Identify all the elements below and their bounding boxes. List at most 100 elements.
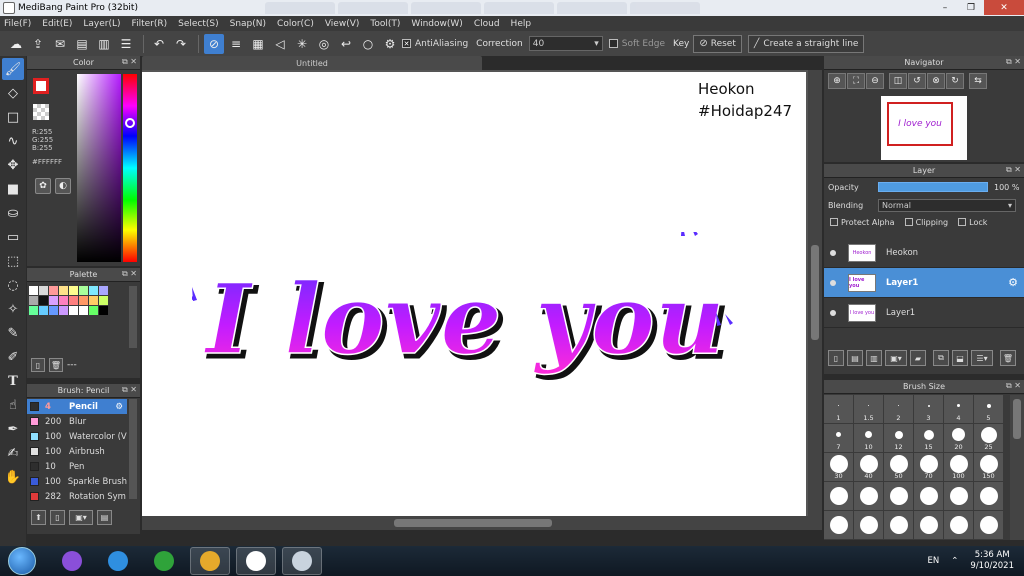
brush-item[interactable]: 100 Sparkle Brush bbox=[27, 474, 127, 489]
palette-swatch[interactable] bbox=[59, 286, 68, 295]
brush-item[interactable]: 282 Rotation Sym bbox=[27, 489, 127, 504]
navigator-preview[interactable]: I love you bbox=[881, 96, 967, 160]
fit-window-icon[interactable]: ⛶ bbox=[847, 73, 865, 89]
visibility-icon[interactable] bbox=[830, 279, 836, 286]
brush-size-cell[interactable] bbox=[944, 482, 974, 511]
add-brush-icon[interactable]: ⬆ bbox=[31, 510, 46, 525]
menu-filter[interactable]: Filter(R) bbox=[132, 19, 168, 29]
brush-item[interactable]: 4 Pencil ⚙ bbox=[27, 399, 127, 414]
comment-icon[interactable]: ✉ bbox=[50, 34, 70, 54]
palette-swatch[interactable] bbox=[49, 296, 58, 305]
reset-view-icon[interactable]: ⊗ bbox=[927, 73, 945, 89]
foreground-color-swatch[interactable] bbox=[33, 78, 49, 94]
brush-size-cell[interactable]: 3 bbox=[914, 395, 944, 424]
folder-icon[interactable]: ▰ bbox=[910, 350, 926, 366]
zoom-in-icon[interactable]: ⊕ bbox=[828, 73, 846, 89]
menu-edit[interactable]: Edit(E) bbox=[42, 19, 72, 29]
brush-size-cell[interactable] bbox=[854, 511, 884, 540]
select-eraser-tool-icon[interactable]: ✐ bbox=[2, 346, 24, 368]
brush-size-scrollbar[interactable] bbox=[1010, 395, 1024, 540]
operation-tool-icon[interactable]: ☝ bbox=[2, 394, 24, 416]
protect-alpha-checkbox[interactable]: Protect Alpha bbox=[830, 218, 895, 227]
palette-swatch[interactable] bbox=[99, 306, 108, 315]
curve-snap-icon[interactable]: ↩ bbox=[336, 34, 356, 54]
brush-item[interactable]: 200 Blur bbox=[27, 414, 127, 429]
menu-color[interactable]: Color(C) bbox=[277, 19, 314, 29]
palette-swatch[interactable] bbox=[29, 306, 38, 315]
menu-cloud[interactable]: Cloud bbox=[474, 19, 500, 29]
navigator-viewport-frame[interactable]: I love you bbox=[887, 102, 953, 146]
palette-swatch[interactable] bbox=[89, 286, 98, 295]
grid-snap-icon[interactable]: ▦ bbox=[248, 34, 268, 54]
taskbar-app-medibang[interactable] bbox=[236, 547, 276, 575]
soft-edge-checkbox[interactable]: Soft Edge bbox=[608, 39, 665, 49]
menu-view[interactable]: View(V) bbox=[325, 19, 360, 29]
tray-chevron-icon[interactable]: ⌃ bbox=[951, 556, 958, 566]
visibility-icon[interactable] bbox=[830, 249, 836, 256]
menu-file[interactable]: File(F) bbox=[4, 19, 31, 29]
smudge-tool-icon[interactable]: ∿ bbox=[2, 130, 24, 152]
hue-slider[interactable] bbox=[123, 74, 137, 262]
brush-size-cell[interactable]: 150 bbox=[974, 453, 1004, 482]
brush-scrollbar[interactable] bbox=[129, 399, 137, 499]
layer-item[interactable]: I love you Layer1 ⚙ bbox=[824, 268, 1024, 298]
radial-snap-icon[interactable]: ✳ bbox=[292, 34, 312, 54]
color-set-icon[interactable]: ◐ bbox=[55, 178, 71, 194]
text-tool-icon[interactable]: T bbox=[2, 370, 24, 392]
brush-size-cell[interactable]: 4 bbox=[944, 395, 974, 424]
panel-controls[interactable]: ⧉ ✕ bbox=[122, 385, 137, 395]
lock-checkbox[interactable]: Lock bbox=[958, 218, 987, 227]
new-8bit-layer-icon[interactable]: ▥ bbox=[866, 350, 882, 366]
eyedropper-tool-icon[interactable]: ✒ bbox=[2, 418, 24, 440]
menu-help[interactable]: Help bbox=[511, 19, 532, 29]
parallel-snap-icon[interactable]: ≡ bbox=[226, 34, 246, 54]
brush-size-scroll-thumb[interactable] bbox=[1013, 399, 1021, 439]
move-tool-icon[interactable]: ✥ bbox=[2, 154, 24, 176]
brush-size-cell[interactable]: 40 bbox=[854, 453, 884, 482]
close-button[interactable]: ✕ bbox=[984, 0, 1024, 15]
brush-size-cell[interactable]: 15 bbox=[914, 424, 944, 453]
magic-wand-tool-icon[interactable]: ✧ bbox=[2, 298, 24, 320]
blending-select[interactable]: Normal ▾ bbox=[878, 198, 1016, 212]
clipping-checkbox[interactable]: Clipping bbox=[904, 218, 948, 227]
brush-size-cell[interactable] bbox=[974, 482, 1004, 511]
brush-item[interactable]: 10 Pen bbox=[27, 459, 127, 474]
menu-snap[interactable]: Snap(N) bbox=[230, 19, 266, 29]
menu-layer[interactable]: Layer(L) bbox=[83, 19, 120, 29]
drawing-canvas[interactable]: Heokon #Hoidap247 I love you I love you bbox=[142, 72, 806, 516]
taskbar-app-visual-studio[interactable] bbox=[52, 547, 92, 575]
clock[interactable]: 5:36 AM 9/10/2021 bbox=[970, 550, 1014, 572]
document-tab[interactable]: Untitled bbox=[142, 56, 482, 70]
new-layer-icon[interactable]: ▯ bbox=[828, 350, 844, 366]
palette-swatch[interactable] bbox=[69, 296, 78, 305]
new-brush-icon[interactable]: ▯ bbox=[50, 510, 65, 525]
brush-tool-icon[interactable]: 🖌 bbox=[2, 58, 24, 80]
duplicate-layer-icon[interactable]: ⧉ bbox=[933, 350, 949, 366]
opacity-slider[interactable] bbox=[878, 182, 988, 192]
windows-start-icon[interactable] bbox=[8, 547, 36, 575]
palette-swatch[interactable] bbox=[39, 306, 48, 315]
layer-settings-icon[interactable]: ☰▾ bbox=[971, 350, 993, 366]
brush-size-cell[interactable] bbox=[914, 482, 944, 511]
brush-size-cell[interactable] bbox=[974, 511, 1004, 540]
trash-icon[interactable]: 🗑 bbox=[49, 358, 63, 372]
palette-swatch[interactable] bbox=[99, 296, 108, 305]
taskbar-app-internet-explorer[interactable] bbox=[98, 547, 138, 575]
list-icon[interactable]: ☰ bbox=[116, 34, 136, 54]
pen-tool-icon[interactable]: ✍ bbox=[2, 442, 24, 464]
undo-icon[interactable]: ↶ bbox=[149, 34, 169, 54]
document-icon[interactable]: ▥ bbox=[94, 34, 114, 54]
brush-size-cell[interactable]: 5 bbox=[974, 395, 1004, 424]
cloud-icon[interactable]: ☁ bbox=[6, 34, 26, 54]
palette-swatch[interactable] bbox=[49, 286, 58, 295]
brush-size-cell[interactable]: 70 bbox=[914, 453, 944, 482]
palette-swatch[interactable] bbox=[59, 306, 68, 315]
taskbar-app-paint[interactable] bbox=[282, 547, 322, 575]
add-layer-menu-icon[interactable]: ▣▾ bbox=[885, 350, 907, 366]
brush-size-cell[interactable]: 2 bbox=[884, 395, 914, 424]
panel-controls[interactable]: ⧉ ✕ bbox=[122, 269, 137, 279]
brush-size-cell[interactable]: 20 bbox=[944, 424, 974, 453]
select-pen-tool-icon[interactable]: ✎ bbox=[2, 322, 24, 344]
brush-menu-icon[interactable]: ▣▾ bbox=[69, 510, 93, 525]
visibility-icon[interactable] bbox=[830, 309, 836, 316]
